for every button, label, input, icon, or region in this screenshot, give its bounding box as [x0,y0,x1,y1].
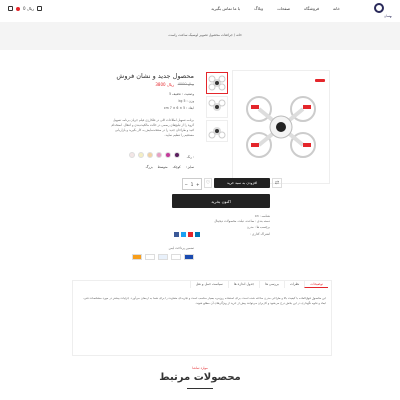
product-categories: دسته بندی : ساعت، تبلت، محصولات دیجیتال [214,219,270,223]
color-swatch[interactable] [147,152,153,158]
product-tabs: توضیحات نظرات بررسی ها جدول اندازه ها سی… [189,281,328,288]
meta-value: 5 kg [178,99,186,103]
product-tabs-panel [72,280,332,356]
color-swatch[interactable] [129,152,135,158]
buy-now-button[interactable]: اکنون بخرید [172,194,270,208]
logo-mark [374,3,384,13]
visa-icon [184,254,194,260]
cart-count-badge [16,6,20,11]
thumbnail-3[interactable] [206,120,228,142]
color-swatch[interactable] [165,152,171,158]
thumbnail-drone-icon [208,127,226,139]
user-icon[interactable] [8,6,13,11]
thumbnail-drone-icon [208,75,226,91]
meta-value: 5 × 6 × 7 cm [163,106,186,110]
nav-shop[interactable]: فروشگاه [304,6,319,11]
old-price: 4000 ریال [177,82,194,86]
add-to-cart-button[interactable]: افزودن به سبد خرید [214,178,270,188]
title-underline [187,388,213,389]
tab-description[interactable]: توضیحات [304,281,328,288]
pinterest-icon[interactable] [188,232,193,237]
mastercard-icon [132,254,142,260]
compare-icon[interactable]: ⇄ [272,178,282,188]
main-nav: خانه فروشگاه صفحات وبلاگ با ما تماس بگیر… [197,6,340,11]
linkedin-icon[interactable] [195,232,200,237]
color-swatch[interactable] [174,152,180,158]
colors-label: رنگ : [186,155,194,159]
share-label: اشتراک گذاری : [250,232,270,236]
meta-label: وضعیت : [182,92,194,96]
size-option-small[interactable]: کوچک [173,165,181,169]
meta-value: تخفیف 5 [169,92,182,96]
tab-reviews[interactable]: بررسی ها [259,281,284,288]
product-price: 3800 ریال [155,82,174,87]
nav-blog[interactable]: وبلاگ [254,6,263,11]
nav-contact[interactable]: با ما تماس بگیرید [211,6,240,11]
related-title: محصولات مرتبط [159,372,241,383]
qty-value: 1 [190,181,194,187]
product-main-image[interactable] [232,70,330,184]
meta-label: وزن : [186,99,194,103]
thumbnail-list [206,72,228,144]
facebook-icon[interactable] [174,232,179,237]
product-description: برنامه تسهیل اطلاعات کلی در فلکارزی فیلم… [111,118,194,137]
related-subtitle: موارد تماشا [192,366,208,370]
size-options: سایز : کوچک متوسط بزرگ [146,165,194,169]
cart-widget[interactable]: 0 ریال [8,6,42,11]
size-option-large[interactable]: بزرگ [146,165,153,169]
wishlist-heart-icon[interactable]: ♡ [204,178,212,188]
color-swatch[interactable] [138,152,144,158]
tab-comments[interactable]: نظرات [283,281,304,288]
product-tags: برچسب ها : مدرن [246,225,270,229]
top-header [0,0,400,23]
color-swatch[interactable] [156,152,162,158]
cart-icon[interactable] [37,6,42,11]
twitter-icon[interactable] [181,232,186,237]
thumbnail-1[interactable] [206,72,228,94]
meta-weight: وزن : 5 kg [179,99,194,103]
logo-text: بهسان [383,14,392,18]
tab-shipping[interactable]: سیاست حمل و نقل [189,281,228,288]
nav-pages[interactable]: صفحات [277,6,290,11]
payment-icons [132,254,194,260]
nav-home[interactable]: خانه [333,6,340,11]
share-icons [174,232,200,237]
product-title: محصول جدید و نشان فروش [116,72,194,80]
breadcrumb: خانه / جراثقات محصول تصویر لوسیک ساعت را… [168,33,242,37]
drone-image [246,96,316,158]
sizes-label: سایز : [185,165,194,169]
meta-dimensions: ابعاد : 5 × 6 × 7 cm [164,106,194,110]
tab-content: این محصول فوق‌العاده با کیفیت بالا و طرا… [83,296,326,305]
cart-total: 0 ریال [23,6,34,11]
thumbnail-drone-icon [208,99,226,111]
paypal-icon [171,254,181,260]
meta-status: وضعیت : تخفیف 5 [169,92,194,96]
color-swatches [129,152,180,158]
discover-icon [145,254,155,260]
amex-icon [158,254,168,260]
tab-size-chart[interactable]: جدول اندازه ها [227,281,259,288]
product-sku: شناسه : 03 [254,214,270,218]
qty-plus-button[interactable]: + [196,182,199,187]
site-logo[interactable]: بهسان [366,3,392,19]
quantity-stepper[interactable]: − 1 + [182,178,202,190]
size-option-medium[interactable]: متوسط [158,165,168,169]
meta-label: ابعاد : [186,106,194,110]
thumbnail-2[interactable] [206,96,228,118]
qty-minus-button[interactable]: − [184,182,187,187]
sale-badge [315,79,325,82]
secure-payment-label: تضمین پرداخت ایمن [168,246,194,250]
